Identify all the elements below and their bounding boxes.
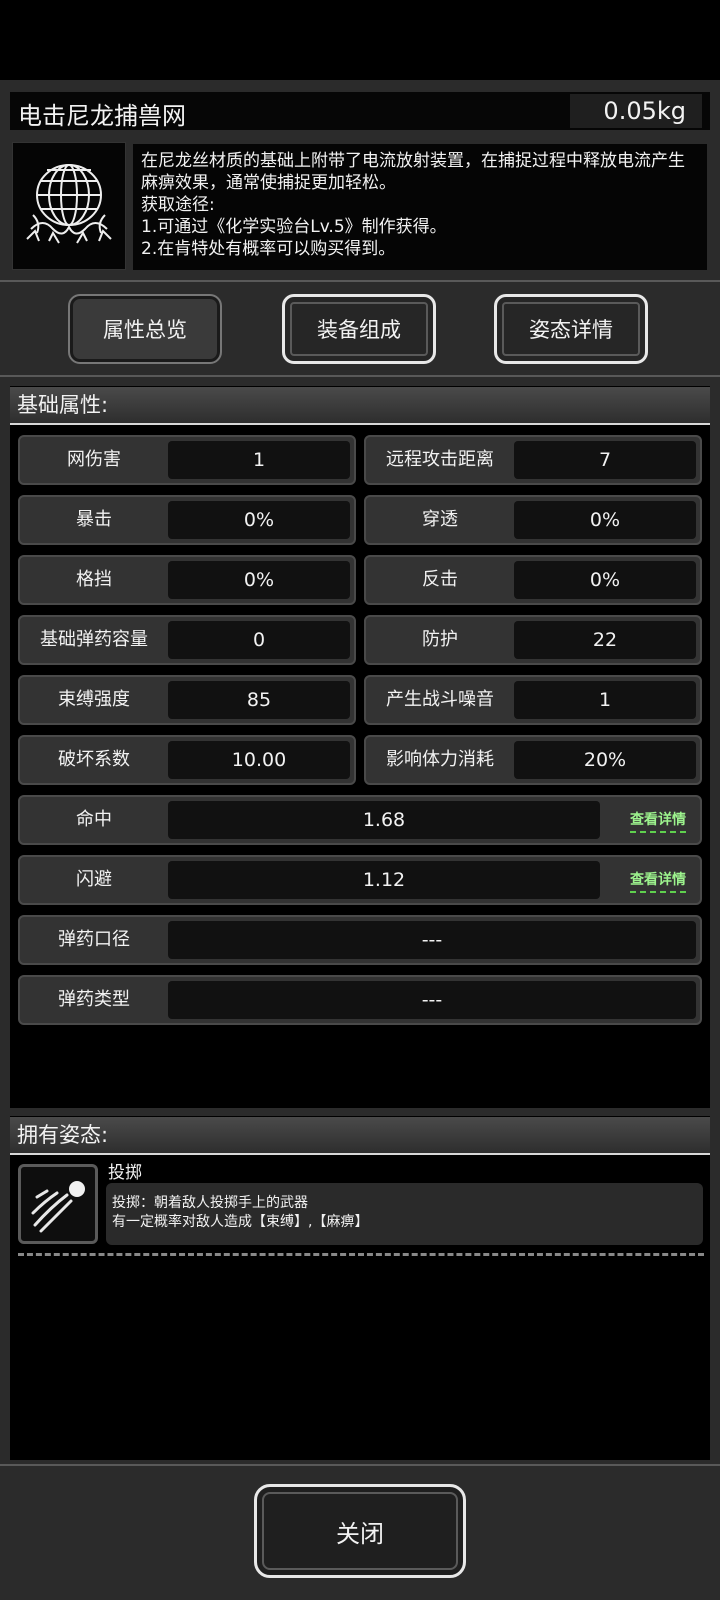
item-description: 在尼龙丝材质的基础上附带了电流放射装置，在捕捉过程中释放电流产生麻痹效果，通常使…	[133, 144, 707, 270]
attr-range: 远程攻击距离 7	[364, 435, 702, 485]
attr-label: 防护	[422, 629, 458, 650]
item-header: 电击尼龙捕兽网 0.05kg	[10, 92, 710, 130]
divider	[0, 280, 720, 282]
divider	[0, 375, 720, 377]
attr-value: 1	[514, 681, 696, 719]
attributes-title: 基础属性:	[10, 387, 710, 425]
stance-name: 投掷	[108, 1163, 142, 1183]
attr-label: 束缚强度	[58, 689, 130, 710]
attr-value: 0%	[514, 501, 696, 539]
attr-value: 20%	[514, 741, 696, 779]
attr-label: 闪避	[76, 869, 112, 890]
attr-noise: 产生战斗噪音 1	[364, 675, 702, 725]
attr-value: 7	[514, 441, 696, 479]
attr-value: 22	[514, 621, 696, 659]
attr-value: 10.00	[168, 741, 350, 779]
stance-description: 投掷：朝着敌人投掷手上的武器 有一定概率对敌人造成【束缚】,【麻痹】	[106, 1183, 703, 1245]
attr-block: 格挡 0%	[18, 555, 356, 605]
attr-crit: 暴击 0%	[18, 495, 356, 545]
divider	[0, 1464, 720, 1466]
attr-value: 1	[168, 441, 350, 479]
attr-label: 基础弹药容量	[40, 629, 148, 650]
attr-label: 弹药口径	[58, 929, 130, 950]
view-details-link[interactable]: 查看详情	[630, 809, 686, 833]
attr-value: 0	[168, 621, 350, 659]
attr-hit: 命中 1.68 查看详情	[18, 795, 702, 845]
attr-label: 网伤害	[67, 449, 121, 470]
attr-value: ---	[168, 921, 696, 959]
attr-net-damage: 网伤害 1	[18, 435, 356, 485]
attr-label: 格挡	[76, 569, 112, 590]
attr-value: ---	[168, 981, 696, 1019]
tab-label: 属性总览	[103, 318, 187, 342]
attr-bind-strength: 束缚强度 85	[18, 675, 356, 725]
attr-value: 1.68	[168, 801, 600, 839]
divider	[18, 1253, 704, 1256]
attr-counter: 反击 0%	[364, 555, 702, 605]
attr-destruction: 破坏系数 10.00	[18, 735, 356, 785]
attr-label: 命中	[76, 809, 112, 830]
tab-label: 姿态详情	[529, 318, 613, 342]
attr-label: 破坏系数	[58, 749, 130, 770]
close-label: 关闭	[336, 1519, 384, 1548]
attr-stamina: 影响体力消耗 20%	[364, 735, 702, 785]
attr-penetration: 穿透 0%	[364, 495, 702, 545]
tab-equipment[interactable]: 装备组成	[282, 294, 436, 364]
attr-label: 产生战斗噪音	[386, 689, 494, 710]
net-icon	[12, 142, 126, 270]
close-button[interactable]: 关闭	[254, 1484, 466, 1578]
attr-protection: 防护 22	[364, 615, 702, 665]
attr-value: 0%	[514, 561, 696, 599]
item-weight: 0.05kg	[570, 94, 702, 128]
attr-value: 85	[168, 681, 350, 719]
attr-value: 0%	[168, 561, 350, 599]
tab-label: 装备组成	[317, 318, 401, 342]
tab-stance[interactable]: 姿态详情	[494, 294, 648, 364]
view-details-link[interactable]: 查看详情	[630, 869, 686, 893]
item-name: 电击尼龙捕兽网	[18, 102, 186, 130]
attr-label: 暴击	[76, 509, 112, 530]
attr-caliber: 弹药口径 ---	[18, 915, 702, 965]
attr-label: 反击	[422, 569, 458, 590]
attr-ammo-type: 弹药类型 ---	[18, 975, 702, 1025]
attr-dodge: 闪避 1.12 查看详情	[18, 855, 702, 905]
attr-label: 弹药类型	[58, 989, 130, 1010]
attr-ammo-capacity: 基础弹药容量 0	[18, 615, 356, 665]
attr-label: 穿透	[422, 509, 458, 530]
throw-icon[interactable]	[18, 1164, 98, 1244]
attr-label: 影响体力消耗	[386, 749, 494, 770]
stances-title: 拥有姿态:	[10, 1117, 710, 1155]
attr-label: 远程攻击距离	[386, 449, 494, 470]
attr-value: 0%	[168, 501, 350, 539]
tab-overview[interactable]: 属性总览	[68, 294, 222, 364]
attr-value: 1.12	[168, 861, 600, 899]
